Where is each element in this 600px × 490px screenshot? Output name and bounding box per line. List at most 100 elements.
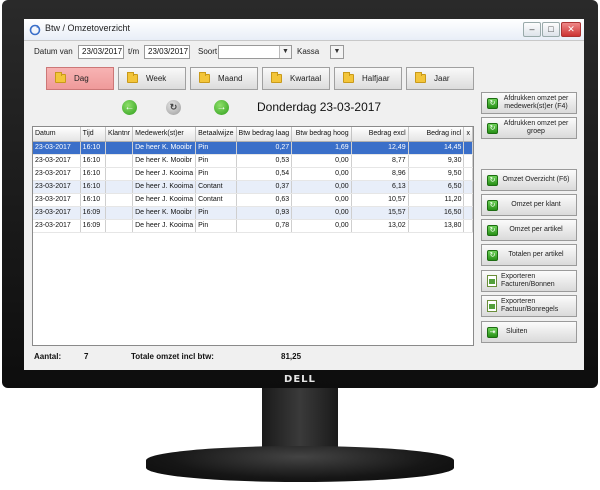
- period-day-button[interactable]: Dag: [46, 67, 114, 90]
- table-cell: [463, 180, 473, 194]
- table-cell: 0,63: [236, 193, 293, 207]
- period-label: Week: [146, 74, 167, 83]
- column-header[interactable]: Bedrag incl: [408, 127, 465, 142]
- table-cell: 16:10: [80, 141, 106, 155]
- close-window-button[interactable]: ✕: [561, 22, 581, 37]
- previous-arrow-icon[interactable]: ←: [122, 100, 137, 115]
- column-header[interactable]: Btw bedrag laag: [236, 127, 293, 142]
- register-label: Kassa: [297, 47, 320, 56]
- period-year-button[interactable]: Jaar: [406, 67, 474, 90]
- table-cell: Pin: [195, 154, 237, 168]
- sales-per-customer-button[interactable]: ↻ Omzet per klant: [481, 194, 577, 216]
- table-cell: De heer J. Kooima: [132, 193, 197, 207]
- period-month-button[interactable]: Maand: [190, 67, 258, 90]
- folder-icon: [127, 72, 138, 83]
- table-cell: [105, 206, 134, 220]
- period-quarter-button[interactable]: Kwartaal: [262, 67, 330, 90]
- table-cell: 0,00: [291, 219, 352, 233]
- table-cell: 8,77: [351, 154, 409, 168]
- table-cell: 0,54: [236, 167, 293, 181]
- table-row[interactable]: 23-03-2017 16:10 De heer J. Kooima Conta…: [33, 180, 473, 194]
- table-cell: 0,00: [291, 154, 352, 168]
- column-header[interactable]: Klantnr: [105, 127, 134, 142]
- print-per-group-button[interactable]: ↻ Afdrukken omzet per groep: [481, 117, 577, 139]
- button-label: Omzet per klant: [511, 201, 561, 208]
- refresh-icon[interactable]: ↻: [166, 100, 181, 115]
- column-header[interactable]: x: [463, 127, 473, 142]
- table-cell: De heer K. Mooibr: [132, 154, 197, 168]
- count-label: Aantal:: [34, 352, 62, 361]
- table-cell: [105, 180, 134, 194]
- sales-overview-button[interactable]: ↻ Omzet Overzicht (F6): [481, 169, 577, 191]
- date-from-field[interactable]: 23/03/2017: [78, 45, 124, 59]
- table-row[interactable]: 23-03-2017 16:10 De heer J. Kooima Pin 0…: [33, 167, 473, 181]
- table-cell: 0,00: [291, 193, 352, 207]
- table-row[interactable]: 23-03-2017 16:10 De heer K. Mooibr Pin 0…: [33, 154, 473, 168]
- table-cell: 23-03-2017: [33, 180, 81, 194]
- table-cell: [463, 206, 473, 220]
- table-cell: Pin: [195, 206, 237, 220]
- table-cell: 16:10: [80, 193, 106, 207]
- table-cell: 10,57: [351, 193, 409, 207]
- export-invoice-lines-button[interactable]: Exporteren Factuur/Bonregels: [481, 295, 577, 317]
- button-label: Afdrukken omzet per medewerk(st)er (F4): [503, 95, 569, 110]
- date-to-field[interactable]: 23/03/2017: [144, 45, 190, 59]
- table-cell: 1,69: [291, 141, 352, 155]
- total-label: Totale omzet incl btw:: [131, 352, 214, 361]
- sales-per-article-button[interactable]: ↻ Omzet per artikel: [481, 219, 577, 241]
- table-cell: 0,00: [291, 206, 352, 220]
- close-button[interactable]: ⇥ Sluiten: [481, 321, 577, 343]
- column-header[interactable]: Medewerk(st)er: [132, 127, 197, 142]
- monitor-stand-neck: [262, 388, 338, 450]
- register-select[interactable]: ▼: [330, 45, 344, 59]
- table-row[interactable]: 23-03-2017 16:10 De heer K. Mooibr Pin 0…: [33, 141, 473, 155]
- column-header[interactable]: Datum: [33, 127, 81, 142]
- table-cell: 23-03-2017: [33, 154, 81, 168]
- column-header[interactable]: Bedrag excl: [351, 127, 409, 142]
- table-cell: 12,49: [351, 141, 409, 155]
- period-week-button[interactable]: Week: [118, 67, 186, 90]
- chevron-down-icon[interactable]: ▼: [331, 46, 343, 58]
- refresh-icon: ↻: [487, 174, 498, 186]
- dell-logo: DELL: [284, 374, 316, 385]
- column-header[interactable]: Tijd: [80, 127, 106, 142]
- chevron-down-icon[interactable]: ▼: [279, 46, 291, 58]
- period-halfyear-button[interactable]: Halfjaar: [334, 67, 402, 90]
- button-label: Afdrukken omzet per groep: [503, 120, 569, 135]
- export-invoices-button[interactable]: Exporteren Facturen/Bonnen: [481, 270, 577, 292]
- maximize-button[interactable]: □: [542, 22, 560, 37]
- table-cell: 16:10: [80, 167, 106, 181]
- table-cell: 23-03-2017: [33, 206, 81, 220]
- table-cell: De heer K. Mooibr: [132, 206, 197, 220]
- next-arrow-icon[interactable]: →: [214, 100, 229, 115]
- period-label: Kwartaal: [290, 74, 322, 83]
- type-select[interactable]: ▼: [218, 45, 292, 59]
- table-row[interactable]: 23-03-2017 16:09 De heer K. Mooibr Pin 0…: [33, 206, 473, 220]
- totals-per-article-button[interactable]: ↻ Totalen per artikel: [481, 244, 577, 266]
- minimize-button[interactable]: –: [523, 22, 541, 37]
- table-cell: 9,30: [408, 154, 465, 168]
- period-label: Halfjaar: [362, 74, 390, 83]
- count-value: 7: [84, 352, 89, 361]
- table-cell: [105, 167, 134, 181]
- type-label: Soort: [198, 47, 218, 56]
- table-cell: [105, 219, 134, 233]
- column-header[interactable]: Btw bedrag hoog: [291, 127, 352, 142]
- table-cell: 6,13: [351, 180, 409, 194]
- table-cell: [105, 141, 134, 155]
- table-row[interactable]: 23-03-2017 16:09 De heer J. Kooima Pin 0…: [33, 219, 473, 233]
- button-label: Totalen per artikel: [508, 251, 564, 258]
- print-per-employee-button[interactable]: ↻ Afdrukken omzet per medewerk(st)er (F4…: [481, 92, 577, 114]
- sales-grid[interactable]: Datum Tijd Klantnr Medewerk(st)er Betaal…: [32, 126, 474, 346]
- table-cell: 13,02: [351, 219, 409, 233]
- button-label: Exporteren Factuur/Bonregels: [501, 298, 559, 313]
- monitor-stand-base: [146, 446, 454, 482]
- table-row[interactable]: 23-03-2017 16:10 De heer J. Kooima Conta…: [33, 193, 473, 207]
- refresh-icon: ↻: [487, 249, 498, 261]
- table-cell: 16:09: [80, 206, 106, 220]
- table-cell: 16:10: [80, 154, 106, 168]
- table-cell: 23-03-2017: [33, 219, 81, 233]
- column-header[interactable]: Betaalwijze: [195, 127, 237, 142]
- date-from-label: Datum van: [34, 47, 73, 56]
- exit-icon: ⇥: [487, 326, 498, 338]
